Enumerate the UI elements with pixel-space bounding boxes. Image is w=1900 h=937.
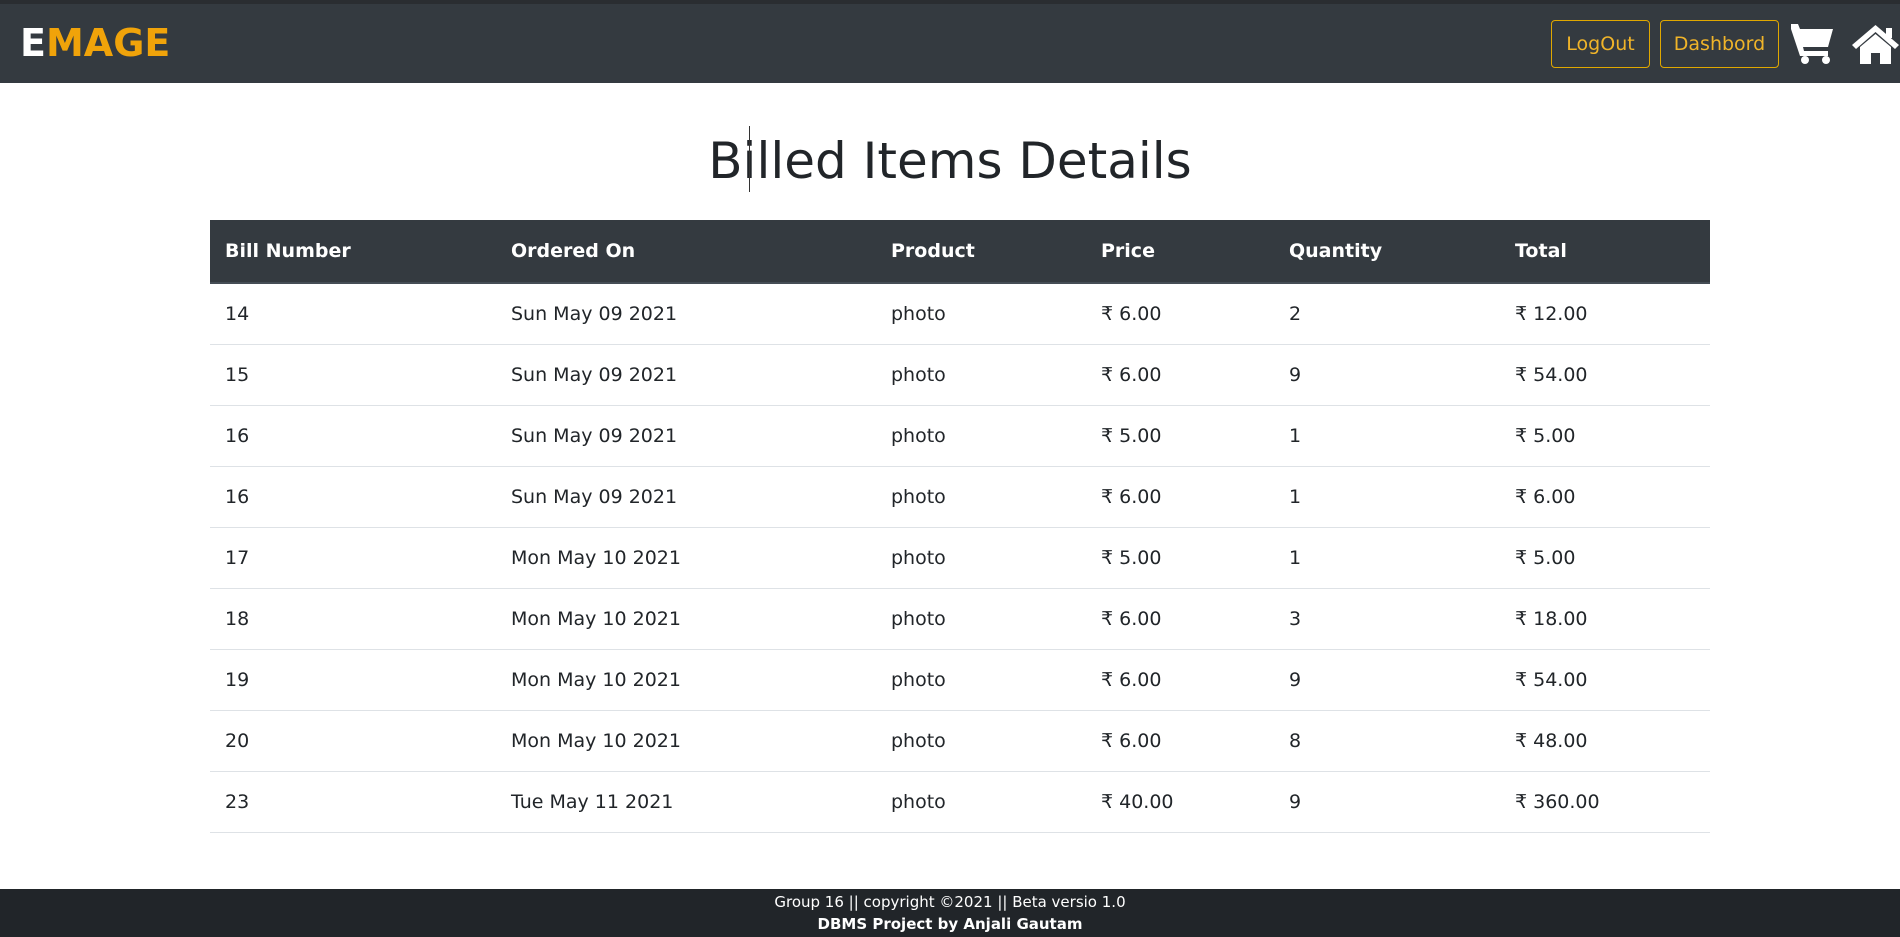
table-row: 18 Mon May 10 2021 photo ₹ 6.00 3 ₹ 18.0…	[210, 588, 1710, 649]
table-row: 19 Mon May 10 2021 photo ₹ 6.00 9 ₹ 54.0…	[210, 649, 1710, 710]
cell-ordered-on: Mon May 10 2021	[511, 607, 681, 630]
table-row: 20 Mon May 10 2021 photo ₹ 6.00 8 ₹ 48.0…	[210, 710, 1710, 771]
billed-items-table-container: Bill Number Ordered On Product Price Qua…	[210, 220, 1710, 833]
cell-ordered-on: Mon May 10 2021	[511, 668, 681, 691]
table-row: 14 Sun May 09 2021 photo ₹ 6.00 2 ₹ 12.0…	[210, 283, 1710, 344]
cell-total: ₹ 6.00	[1515, 485, 1576, 508]
cell-ordered-on: Mon May 10 2021	[511, 546, 681, 569]
cell-quantity: 3	[1289, 607, 1302, 630]
footer-credit: DBMS Project by Anjali Gautam	[817, 915, 1083, 933]
table-row: 15 Sun May 09 2021 photo ₹ 6.00 9 ₹ 54.0…	[210, 344, 1710, 405]
cell-product: photo	[891, 363, 946, 386]
cell-total: ₹ 5.00	[1515, 546, 1576, 569]
table-row: 23 Tue May 11 2021 photo ₹ 40.00 9 ₹ 360…	[210, 771, 1710, 832]
cell-ordered-on: Mon May 10 2021	[511, 729, 681, 752]
cell-ordered-on: Sun May 09 2021	[511, 424, 678, 447]
cell-price: ₹ 6.00	[1101, 607, 1162, 630]
cell-total: ₹ 54.00	[1515, 668, 1588, 691]
cell-bill-number: 16	[225, 485, 250, 508]
footer-copyright: Group 16 || copyright ©2021 || Beta vers…	[774, 893, 1126, 911]
cell-quantity: 9	[1289, 363, 1302, 386]
cell-quantity: 9	[1289, 668, 1302, 691]
cell-price: ₹ 5.00	[1101, 424, 1162, 447]
cell-product: photo	[891, 668, 946, 691]
cell-bill-number: 14	[225, 302, 250, 325]
cell-total: ₹ 48.00	[1515, 729, 1588, 752]
cell-ordered-on: Sun May 09 2021	[511, 363, 678, 386]
cell-bill-number: 15	[225, 363, 250, 386]
cell-total: ₹ 12.00	[1515, 302, 1588, 325]
cell-product: photo	[891, 790, 946, 813]
cell-price: ₹ 6.00	[1101, 485, 1162, 508]
cell-price: ₹ 40.00	[1101, 790, 1174, 813]
footer: Group 16 || copyright ©2021 || Beta vers…	[0, 889, 1900, 937]
cell-quantity: 2	[1289, 302, 1302, 325]
header-quantity: Quantity	[1274, 220, 1500, 284]
header-ordered-on: Ordered On	[496, 220, 876, 284]
cell-total: ₹ 18.00	[1515, 607, 1588, 630]
cell-total: ₹ 54.00	[1515, 363, 1588, 386]
text-caret	[749, 126, 750, 192]
brand-rest: MAGE	[45, 21, 171, 65]
table-row: 17 Mon May 10 2021 photo ₹ 5.00 1 ₹ 5.00	[210, 527, 1710, 588]
cell-total: ₹ 5.00	[1515, 424, 1576, 447]
cell-quantity: 1	[1289, 546, 1302, 569]
cell-bill-number: 18	[225, 607, 250, 630]
cell-quantity: 1	[1289, 485, 1302, 508]
cell-product: photo	[891, 607, 946, 630]
cell-quantity: 9	[1289, 790, 1302, 813]
cell-product: photo	[891, 424, 946, 447]
cell-quantity: 1	[1289, 424, 1302, 447]
cell-bill-number: 23	[225, 790, 250, 813]
table-row: 16 Sun May 09 2021 photo ₹ 6.00 1 ₹ 6.00	[210, 466, 1710, 527]
cell-product: photo	[891, 485, 946, 508]
table-row: 16 Sun May 09 2021 photo ₹ 5.00 1 ₹ 5.00	[210, 405, 1710, 466]
cell-price: ₹ 6.00	[1101, 302, 1162, 325]
header-price: Price	[1086, 220, 1274, 284]
table-header: Bill Number Ordered On Product Price Qua…	[210, 220, 1710, 284]
table-body: 14 Sun May 09 2021 photo ₹ 6.00 2 ₹ 12.0…	[210, 283, 1710, 832]
cell-price: ₹ 6.00	[1101, 363, 1162, 386]
cell-bill-number: 20	[225, 729, 250, 752]
logout-button[interactable]: LogOut	[1551, 20, 1650, 68]
header-bill-number: Bill Number	[210, 220, 496, 284]
cell-quantity: 8	[1289, 729, 1302, 752]
cell-price: ₹ 6.00	[1101, 668, 1162, 691]
header-product: Product	[876, 220, 1086, 284]
cell-product: photo	[891, 546, 946, 569]
billed-items-table: Bill Number Ordered On Product Price Qua…	[210, 220, 1710, 833]
cell-price: ₹ 6.00	[1101, 729, 1162, 752]
dashboard-button[interactable]: Dashbord	[1660, 20, 1779, 68]
cell-bill-number: 19	[225, 668, 250, 691]
page-title: Billed Items Details	[708, 132, 1192, 190]
table-header-row: Bill Number Ordered On Product Price Qua…	[210, 220, 1710, 284]
shopping-cart-icon[interactable]	[1790, 21, 1836, 65]
cell-bill-number: 16	[225, 424, 250, 447]
cell-ordered-on: Tue May 11 2021	[511, 790, 674, 813]
cell-product: photo	[891, 302, 946, 325]
header-total: Total	[1500, 220, 1710, 284]
cell-price: ₹ 5.00	[1101, 546, 1162, 569]
cell-product: photo	[891, 729, 946, 752]
brand-first-letter: E	[20, 21, 46, 65]
cell-bill-number: 17	[225, 546, 250, 569]
home-icon[interactable]	[1851, 23, 1900, 65]
navbar: EMAGE LogOut Dashbord	[0, 4, 1900, 83]
cell-ordered-on: Sun May 09 2021	[511, 302, 678, 325]
cell-total: ₹ 360.00	[1515, 790, 1600, 813]
cell-ordered-on: Sun May 09 2021	[511, 485, 678, 508]
brand-logo[interactable]: EMAGE	[20, 18, 170, 68]
